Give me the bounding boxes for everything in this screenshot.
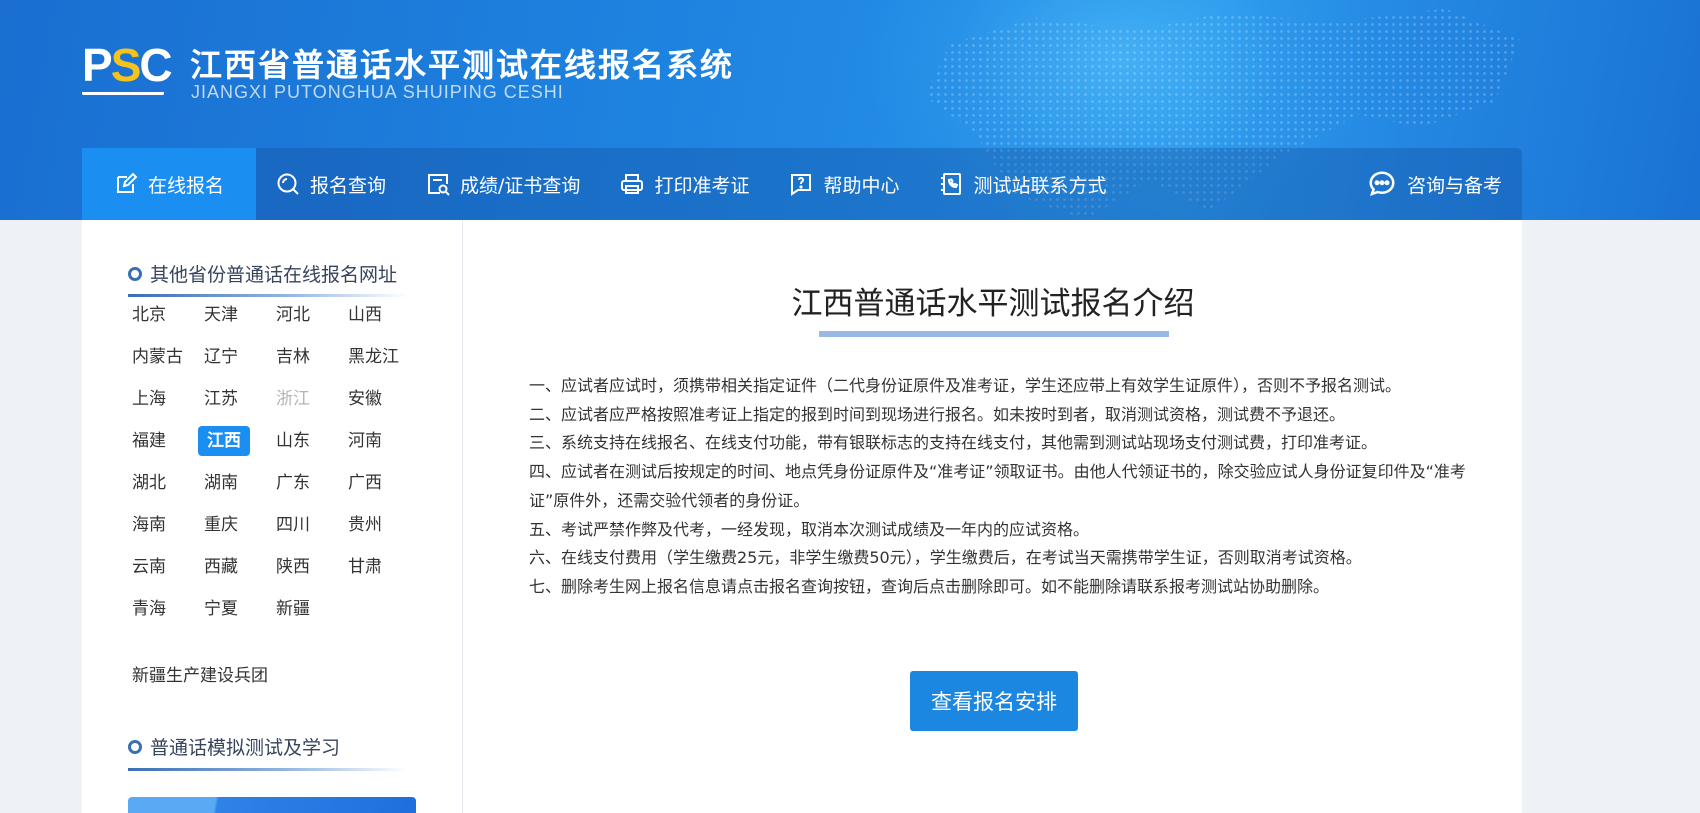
province-link[interactable]: 甘肃 — [342, 552, 426, 582]
province-link[interactable]: 贵州 — [342, 510, 426, 540]
main-nav: 在线报名 报名查询 成绩/证书查询 打印准考证 帮助中心 测试站联系方式 咨询与… — [82, 148, 1522, 220]
provinces-section-title: 其他省份普通话在线报名网址 — [128, 260, 397, 287]
nav-print-admission-ticket[interactable]: 打印准考证 — [600, 148, 769, 220]
rule-item: 五、考试严禁作弊及代考，一经发现，取消本次测试成绩及一年内的应试资格。 — [529, 519, 1090, 539]
psc-logo[interactable]: PSC — [82, 42, 173, 100]
rule-item: 一、应试者应试时，须携带相关指定证件（二代身份证原件及准考证，学生还应带上有效学… — [529, 376, 1402, 395]
nav-label: 帮助中心 — [823, 174, 900, 197]
site-header: PSC 江西省普通话水平测试在线报名系统 JIANGXI PUTONGHUA S… — [0, 0, 1700, 220]
province-link[interactable]: 天津 — [198, 300, 270, 330]
search-icon — [277, 173, 299, 195]
province-grid: 北京 天津 河北 山西内蒙古 辽宁 吉林 黑龙江上海 江苏 浙江 安徽福建 江西 山东 河南湖北 湖南 广东… — [126, 300, 426, 624]
printer-icon — [621, 174, 644, 194]
province-link[interactable]: 云南 — [126, 552, 198, 582]
province-link[interactable]: 福建 — [126, 426, 198, 456]
certificate-search-icon — [428, 174, 450, 196]
province-link[interactable]: 湖北 — [126, 468, 198, 498]
province-link[interactable]: 河南 — [342, 426, 426, 456]
rule-item: 六、在线支付费用（学生缴费25元，非学生缴费50元），学生缴费后，在考试当天需携… — [529, 548, 1362, 568]
title-underline — [819, 331, 1169, 337]
province-link[interactable]: 四川 — [270, 510, 342, 540]
nav-help-center[interactable]: 帮助中心 — [769, 148, 919, 220]
province-link[interactable]: 江苏 — [198, 384, 270, 414]
rules-list: 一、应试者应试时，须携带相关指定证件（二代身份证原件及准考证，学生还应带上有效学… — [529, 372, 1469, 602]
nav-label: 打印准考证 — [654, 174, 750, 197]
province-link[interactable]: 江西 — [198, 426, 250, 456]
province-link-xinjiang-corps[interactable]: 新疆生产建设兵团 — [132, 661, 268, 686]
province-link[interactable]: 山西 — [342, 300, 426, 330]
province-link[interactable]: 青海 — [126, 594, 198, 624]
chat-icon — [1369, 171, 1395, 197]
nav-consult-prep[interactable]: 咨询与备考 — [1347, 148, 1522, 220]
province-link[interactable]: 吉林 — [270, 342, 342, 372]
province-link[interactable]: 安徽 — [342, 384, 426, 414]
province-link[interactable]: 内蒙古 — [126, 342, 198, 372]
province-link[interactable]: 上海 — [126, 384, 198, 414]
rule-item: 七、删除考生网上报名信息请点击报名查询按钮，查询后点击删除即可。如不能删除请联系… — [529, 576, 1330, 596]
province-link[interactable]: 广西 — [342, 468, 426, 498]
sidebar: 其他省份普通话在线报名网址 北京 天津 河北 山西内蒙古 辽宁 吉林 黑龙江上海 江苏 浙江 安徽… — [82, 220, 462, 813]
province-link[interactable]: 黑龙江 — [342, 342, 426, 372]
view-registration-schedule-button[interactable]: 查看报名安排 — [910, 671, 1078, 731]
page-title: 江西普通话水平测试报名介绍 — [791, 286, 1195, 322]
province-link[interactable]: 西藏 — [198, 552, 270, 582]
main-content: 江西普通话水平测试报名介绍 一、应试者应试时，须携带相关指定证件（二代身份证原件… — [462, 220, 1522, 813]
rule-item: 四、应试者在测试后按规定的时间、地点凭身份证原件及“准考证”领取证书。由他人代领… — [529, 462, 1466, 510]
edit-icon — [117, 172, 138, 193]
circle-bullet-icon — [128, 266, 142, 281]
site-subtitle: JIANGXI PUTONGHUA SHUIPING CESHI — [191, 82, 564, 102]
province-link[interactable]: 河北 — [270, 300, 342, 330]
simulation-banner[interactable] — [128, 797, 416, 813]
rule-item: 三、系统支持在线报名、在线支付功能，带有银联标志的支持在线支付，其他需到测试站现… — [529, 433, 1378, 453]
province-link[interactable]: 重庆 — [198, 510, 270, 540]
rule-item: 二、应试者应严格按照准考证上指定的报到时间到现场进行报名。如未按时到者，取消测试… — [529, 404, 1346, 424]
nav-label: 报名查询 — [310, 174, 387, 197]
section-underline — [128, 294, 408, 297]
nav-registration-query[interactable]: 报名查询 — [256, 148, 406, 220]
site-title: 江西省普通话水平测试在线报名系统 — [190, 46, 735, 84]
province-link[interactable]: 新疆 — [270, 594, 342, 624]
phone-book-icon — [941, 173, 962, 195]
nav-test-station-contacts[interactable]: 测试站联系方式 — [919, 148, 1126, 220]
help-icon — [791, 174, 812, 196]
province-link[interactable]: 山东 — [270, 426, 342, 456]
nav-label: 在线报名 — [148, 174, 225, 197]
province-link[interactable]: 海南 — [126, 510, 198, 540]
nav-online-registration[interactable]: 在线报名 — [82, 148, 257, 220]
province-link[interactable]: 广东 — [270, 468, 342, 498]
nav-label: 成绩/证书查询 — [460, 174, 581, 197]
province-link[interactable]: 浙江 — [270, 384, 342, 414]
book-icon — [82, 92, 164, 100]
province-link[interactable]: 辽宁 — [198, 342, 270, 372]
province-link[interactable]: 宁夏 — [198, 594, 270, 624]
province-link[interactable]: 湖南 — [198, 468, 270, 498]
province-link[interactable]: 北京 — [126, 300, 198, 330]
province-link[interactable]: 陕西 — [270, 552, 342, 582]
simulation-section-title: 普通话模拟测试及学习 — [128, 733, 340, 760]
nav-score-certificate-query[interactable]: 成绩/证书查询 — [406, 148, 600, 220]
circle-bullet-icon — [128, 739, 142, 754]
section-underline — [128, 768, 408, 771]
nav-label: 测试站联系方式 — [973, 174, 1107, 197]
nav-label: 咨询与备考 — [1406, 174, 1502, 197]
